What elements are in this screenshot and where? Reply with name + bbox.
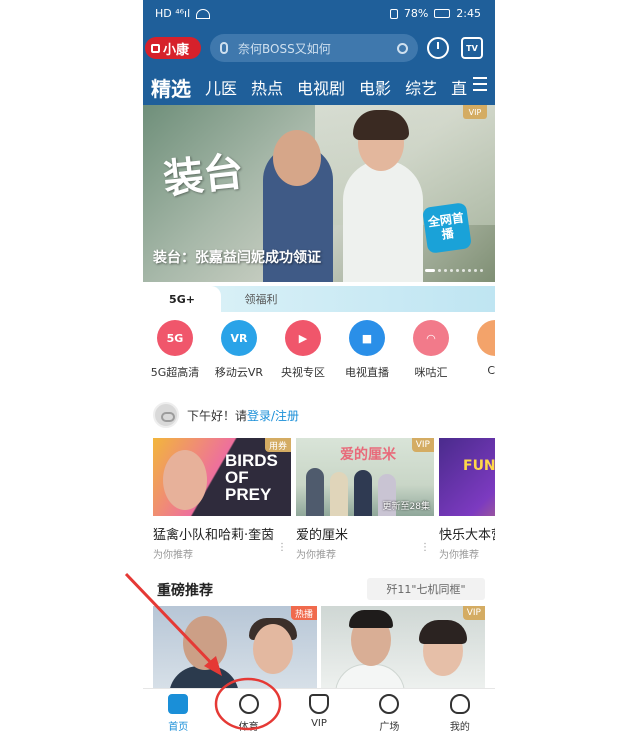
clock-time: 2:45 <box>456 7 481 20</box>
category-tabs: 精选 儿医 热点 电视剧 电影 综艺 直 <box>143 72 495 102</box>
tab-menu-icon[interactable] <box>473 77 487 91</box>
poster-thumbnail: FUN <box>439 438 495 516</box>
5g-icon: 5G <box>157 320 193 356</box>
vip-badge: VIP <box>411 438 434 452</box>
quick-link-live-tv[interactable]: ■ 电视直播 <box>335 320 399 380</box>
login-register-link[interactable]: 登录/注册 <box>247 407 299 424</box>
hot-badge: 热播 <box>290 606 317 620</box>
poster-title: BIRDS OF PREY <box>225 451 278 504</box>
app-logo[interactable]: 小康 <box>145 37 201 59</box>
quick-link-cb[interactable]: CB <box>463 320 495 377</box>
home-icon <box>168 694 189 714</box>
featured-card[interactable]: VIP <box>321 606 485 690</box>
history-icon[interactable] <box>427 37 449 59</box>
vip-icon <box>309 694 330 714</box>
status-bar: HD ⁴⁶ıl 78% 2:45 <box>143 0 495 28</box>
vip-badge: VIP <box>462 606 485 620</box>
logo-text: 小康 <box>163 42 190 58</box>
tab-live[interactable]: 直 <box>451 75 467 99</box>
nav-home[interactable]: 首页 <box>143 689 213 734</box>
network-indicator: HD ⁴⁶ıl <box>155 7 191 20</box>
poster-thumbnail: BIRDS OF PREY 用券 <box>153 438 291 516</box>
bottom-nav: 首页 体育 VIP 广场 我的 <box>143 688 495 734</box>
tab-featured[interactable]: 精选 <box>151 73 191 102</box>
vibrate-icon <box>389 8 398 19</box>
tv-cast-icon[interactable]: TV <box>461 37 483 59</box>
camera-icon: ■ <box>349 320 385 356</box>
poster-thumbnail: 爱的厘米 VIP 更新至28集 <box>296 438 434 516</box>
battery-level: 78% <box>403 7 429 20</box>
tab-5g-plus[interactable]: 5G+ <box>143 286 221 312</box>
profile-icon <box>449 694 470 714</box>
poster-title: FUN <box>463 458 495 474</box>
tab-variety[interactable]: 综艺 <box>405 75 437 99</box>
battery-icon <box>434 9 451 18</box>
quick-link-vr[interactable]: VR 移动云VR <box>207 320 271 380</box>
phone-screen: HD ⁴⁶ıl 78% 2:45 小康 奈何BOSS又如何 TV 精选 儿医 热… <box>143 0 495 734</box>
banner-actress <box>343 160 423 282</box>
search-bar[interactable]: 奈何BOSS又如何 <box>210 34 418 62</box>
recommend-list: BIRDS OF PREY 用券 猛禽小队和哈莉·奎茵 为你推荐 ⋮ 爱的厘米 … <box>153 438 495 561</box>
plaza-icon <box>379 694 400 714</box>
recommend-card[interactable]: BIRDS OF PREY 用券 猛禽小队和哈莉·奎茵 为你推荐 ⋮ <box>153 438 291 561</box>
app-header: HD ⁴⁶ıl 78% 2:45 小康 奈何BOSS又如何 TV 精选 儿医 热… <box>143 0 495 105</box>
carousel-dots[interactable] <box>425 269 483 272</box>
microphone-icon[interactable] <box>220 42 228 54</box>
headphones-icon: ◠ <box>413 320 449 356</box>
search-placeholder: 奈何BOSS又如何 <box>238 41 331 56</box>
more-options-icon[interactable]: ⋮ <box>420 542 430 553</box>
tv-logo-icon <box>151 43 160 53</box>
tab-welfare[interactable]: 领福利 <box>221 286 301 312</box>
more-options-icon[interactable]: ⋮ <box>277 542 287 553</box>
vip-badge: VIP <box>463 105 487 119</box>
tab-hot[interactable]: 热点 <box>251 75 283 99</box>
premiere-badge: 全网首播 <box>422 202 472 254</box>
basketball-icon <box>238 694 259 714</box>
nav-vip[interactable]: VIP <box>284 689 354 734</box>
recommend-card[interactable]: FUN 快乐大本营 为你推荐 <box>439 438 495 561</box>
nav-profile[interactable]: 我的 <box>425 689 495 734</box>
quick-link-5g[interactable]: 5G 5G超高清 <box>143 320 207 380</box>
section-title: 重磅推荐 <box>157 583 213 599</box>
hero-banner[interactable]: 装台 VIP 全网首播 装台：张嘉益闫妮成功领证 <box>143 105 495 282</box>
poster-title: 爱的厘米 <box>340 447 396 463</box>
tab-kids[interactable]: 儿医 <box>205 75 237 99</box>
banner-caption: 装台：张嘉益闫妮成功领证 <box>153 250 321 266</box>
search-icon[interactable] <box>397 42 408 54</box>
episode-update: 更新至28集 <box>382 502 430 512</box>
banner-show-logo: 装台 <box>161 147 246 204</box>
search-row: 小康 奈何BOSS又如何 TV <box>143 32 495 64</box>
featured-card[interactable]: 热播 <box>153 606 317 690</box>
vr-icon: VR <box>221 320 257 356</box>
quick-link-migu[interactable]: ◠ 咪咕汇 <box>399 320 463 380</box>
greeting-text: 下午好！请 <box>187 408 248 423</box>
tab-tv-series[interactable]: 电视剧 <box>297 75 345 99</box>
coupon-badge: 用券 <box>264 438 291 452</box>
nav-plaza[interactable]: 广场 <box>354 689 424 734</box>
tab-movies[interactable]: 电影 <box>359 75 391 99</box>
recommend-card[interactable]: 爱的厘米 VIP 更新至28集 爱的厘米 为你推荐 ⋮ <box>296 438 434 561</box>
sub-tabs: 5G+ 领福利 <box>143 286 495 312</box>
avatar[interactable] <box>153 402 179 428</box>
nav-sports[interactable]: 体育 <box>213 689 283 734</box>
more-icon <box>477 320 495 356</box>
quick-link-cctv[interactable]: ▶ 央视专区 <box>271 320 335 380</box>
wifi-icon <box>196 8 211 19</box>
play-icon: ▶ <box>285 320 321 356</box>
greeting-bar: 下午好！请 登录/注册 <box>153 402 299 428</box>
quick-links: 5G 5G超高清 VR 移动云VR ▶ 央视专区 ■ 电视直播 ◠ 咪咕汇 CB <box>143 320 495 384</box>
section-tag[interactable]: 歼11"七机同框" <box>367 578 485 600</box>
